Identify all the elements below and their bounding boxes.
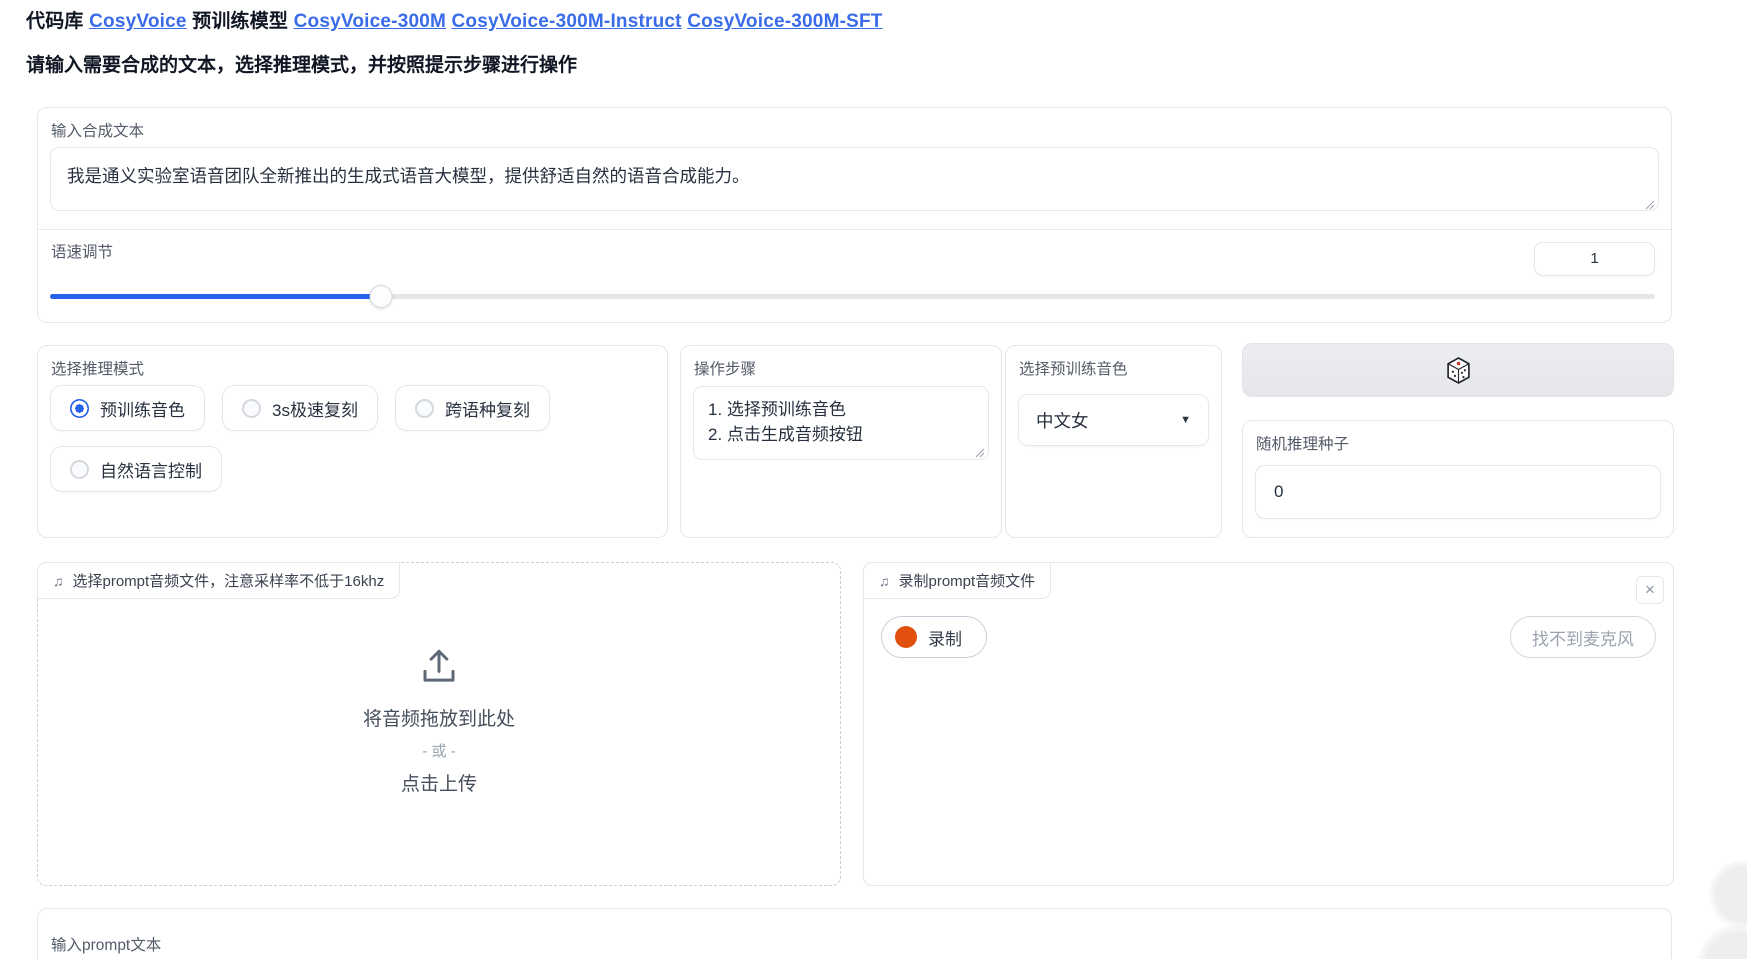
section-divider [38, 229, 1671, 230]
model-link-300m-instruct[interactable]: CosyVoice-300M-Instruct [452, 11, 682, 32]
radio-option-3s-clone[interactable]: 3s极速复刻 [222, 385, 378, 431]
header-links-row: 代码库 CosyVoice 预训练模型 CosyVoice-300M CosyV… [26, 6, 883, 33]
voice-dropdown[interactable]: 中文女 ▼ [1018, 394, 1209, 446]
mode-label: 选择推理模式 [51, 357, 144, 379]
record-zone-chip: ♫ 录制prompt音频文件 [863, 562, 1051, 599]
radio-selected-icon [70, 399, 89, 418]
prompt-text-panel: 输入prompt文本 [37, 908, 1672, 959]
speed-value-input[interactable]: 1 [1534, 242, 1655, 276]
record-button[interactable]: 录制 [881, 616, 987, 658]
mode-options: 预训练音色 3s极速复刻 跨语种复刻 自然语言控制 [50, 385, 655, 492]
or-text: - 或 - [422, 740, 455, 761]
cosyvoice-app: 代码库 CosyVoice 预训练模型 CosyVoice-300M CosyV… [0, 0, 1747, 959]
close-button[interactable]: × [1636, 576, 1664, 604]
prompt-text-label: 输入prompt文本 [51, 933, 161, 955]
seed-input[interactable]: 0 [1255, 465, 1661, 519]
model-link-300m-sft[interactable]: CosyVoice-300M-SFT [687, 11, 882, 32]
radio-label: 跨语种复刻 [445, 396, 530, 421]
scroll-decoration [1697, 924, 1747, 959]
click-to-upload-text[interactable]: 点击上传 [401, 769, 477, 796]
radio-option-natural-language-control[interactable]: 自然语言控制 [50, 446, 222, 492]
dice-icon [1446, 357, 1471, 384]
radio-label: 自然语言控制 [100, 457, 202, 482]
synthesis-label: 输入合成文本 [51, 119, 144, 141]
synthesis-textarea[interactable]: 我是通义实验室语音团队全新推出的生成式语音大模型，提供舒适自然的语音合成能力。 [50, 147, 1659, 211]
cosyvoice-repo-link[interactable]: CosyVoice [89, 11, 187, 32]
no-microphone-button[interactable]: 找不到麦克风 [1510, 616, 1656, 658]
speed-slider[interactable] [50, 288, 1655, 304]
drop-audio-text: 将音频拖放到此处 [363, 704, 515, 731]
close-icon: × [1645, 580, 1655, 600]
record-button-label: 录制 [928, 625, 962, 650]
dice-button[interactable] [1242, 343, 1674, 397]
voice-dropdown-value: 中文女 [1036, 408, 1089, 433]
music-note-icon: ♫ [879, 573, 890, 589]
pretrained-models-label: 预训练模型 [192, 11, 288, 32]
steps-panel: 操作步骤 1. 选择预训练音色 2. 点击生成音频按钮 [680, 345, 1002, 538]
radio-unselected-icon [242, 399, 261, 418]
voice-panel: 选择预训练音色 中文女 ▼ [1005, 345, 1222, 538]
steps-textarea[interactable]: 1. 选择预训练音色 2. 点击生成音频按钮 [693, 386, 989, 460]
speed-label: 语速调节 [51, 240, 113, 262]
radio-unselected-icon [70, 460, 89, 479]
code-repo-label: 代码库 [26, 11, 84, 32]
record-dot-icon [895, 626, 917, 648]
seed-panel: 随机推理种子 0 [1242, 420, 1674, 538]
upload-zone-content: 将音频拖放到此处 - 或 - 点击上传 [38, 563, 840, 885]
model-link-300m[interactable]: CosyVoice-300M [294, 11, 446, 32]
voice-label: 选择预训练音色 [1019, 357, 1128, 379]
radio-option-pretrained-voice[interactable]: 预训练音色 [50, 385, 205, 431]
slider-fill [50, 294, 381, 299]
slider-thumb[interactable] [369, 285, 392, 308]
prompt-audio-record-zone: ♫ 录制prompt音频文件 × 录制 找不到麦克风 [863, 562, 1674, 886]
prompt-audio-upload-dropzone[interactable]: ♫ 选择prompt音频文件，注意采样率不低于16khz 将音频拖放到此处 - … [37, 562, 841, 886]
mode-panel: 选择推理模式 预训练音色 3s极速复刻 跨语种复刻 自然语言控制 [37, 345, 668, 538]
instruction-text: 请输入需要合成的文本，选择推理模式，并按照提示步骤进行操作 [26, 50, 577, 77]
seed-label: 随机推理种子 [1256, 432, 1349, 454]
radio-option-crosslingual-clone[interactable]: 跨语种复刻 [395, 385, 550, 431]
radio-unselected-icon [415, 399, 434, 418]
upload-icon [418, 646, 460, 688]
scroll-decoration [1709, 860, 1747, 928]
radio-label: 3s极速复刻 [272, 396, 358, 421]
steps-label: 操作步骤 [694, 357, 756, 379]
radio-label: 预训练音色 [100, 396, 185, 421]
chevron-down-icon: ▼ [1180, 414, 1191, 426]
record-zone-label: 录制prompt音频文件 [899, 570, 1036, 591]
synthesis-panel: 输入合成文本 我是通义实验室语音团队全新推出的生成式语音大模型，提供舒适自然的语… [37, 107, 1672, 323]
